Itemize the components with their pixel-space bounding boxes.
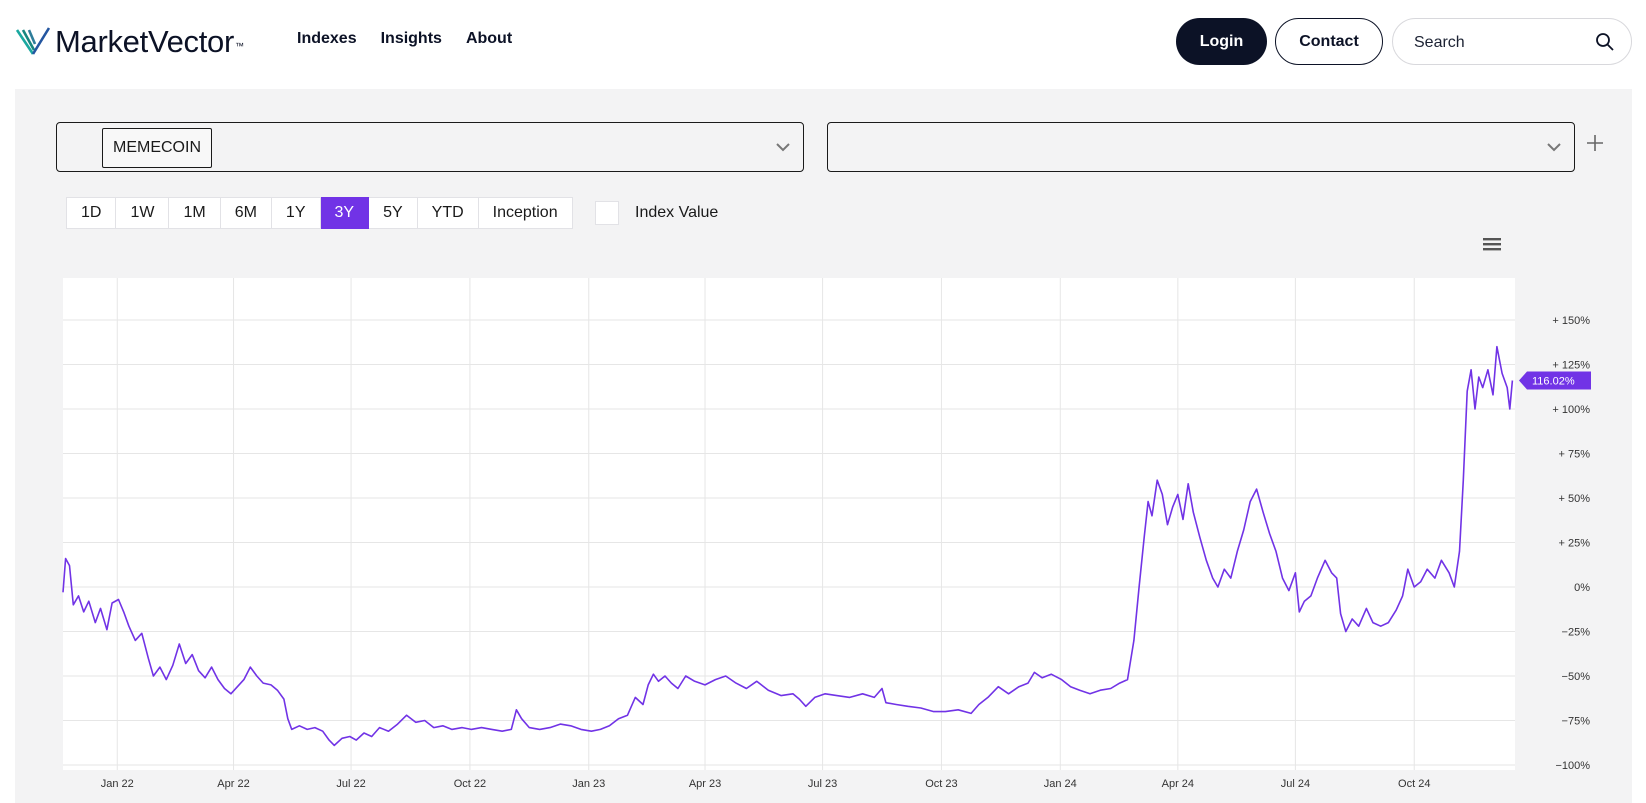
search-box: [1392, 18, 1632, 65]
nav-insights[interactable]: Insights: [381, 30, 442, 48]
chevron-down-icon[interactable]: [1546, 139, 1562, 155]
logo-trademark: ™: [235, 41, 245, 51]
chart-menu-icon[interactable]: [1482, 236, 1502, 252]
plus-icon[interactable]: [1585, 133, 1605, 153]
login-button[interactable]: Login: [1176, 18, 1267, 65]
range-inception[interactable]: Inception: [478, 197, 573, 229]
site-header: MarketVector ™ Indexes Insights About Log…: [0, 0, 1646, 86]
index-value-label: Index Value: [635, 204, 719, 221]
range-1m[interactable]: 1M: [169, 197, 221, 229]
range-6m[interactable]: 6M: [220, 197, 272, 229]
search-icon[interactable]: [1595, 32, 1615, 52]
nav-about[interactable]: About: [466, 30, 512, 48]
index-value-toggle: Index Value: [595, 197, 718, 229]
search-input[interactable]: [1414, 32, 1594, 54]
index-select[interactable]: MEMECOIN: [56, 122, 804, 172]
range-selector: 1D 1W 1M 6M 1Y 3Y 5Y YTD Inception: [66, 197, 573, 229]
chevron-down-icon[interactable]: [775, 139, 791, 155]
marketvector-logo[interactable]: MarketVector ™: [15, 22, 244, 62]
compare-select[interactable]: [827, 122, 1575, 172]
range-1w[interactable]: 1W: [116, 197, 170, 229]
range-ytd[interactable]: YTD: [417, 197, 479, 229]
logo-mark-icon: [15, 27, 51, 55]
main-nav: Indexes Insights About: [297, 30, 512, 48]
range-3y[interactable]: 3Y: [320, 197, 370, 229]
selected-index-chip[interactable]: MEMECOIN: [102, 128, 212, 168]
range-5y[interactable]: 5Y: [369, 197, 418, 229]
contact-button[interactable]: Contact: [1275, 18, 1383, 65]
logo-text: MarketVector: [55, 24, 235, 59]
index-value-checkbox[interactable]: [595, 201, 619, 225]
range-1d[interactable]: 1D: [66, 197, 117, 229]
range-1y[interactable]: 1Y: [271, 197, 321, 229]
chart-panel: MEMECOIN 1D 1W 1M 6M 1Y 3Y 5Y YTD Incept…: [15, 89, 1632, 803]
nav-indexes[interactable]: Indexes: [297, 30, 357, 48]
